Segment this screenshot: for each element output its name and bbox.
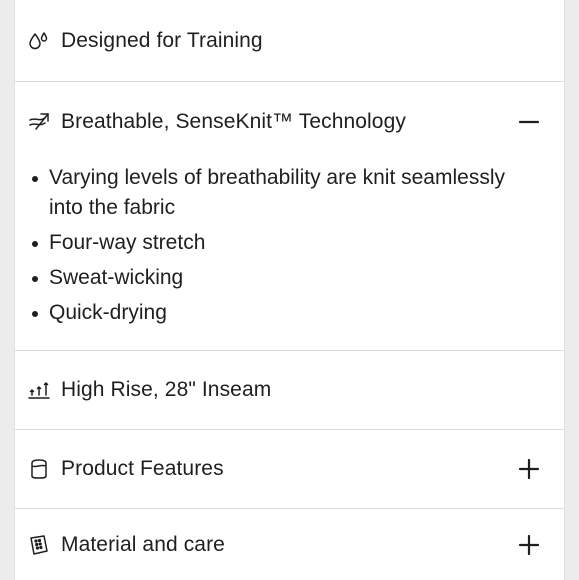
list-item: Four-way stretch xyxy=(29,228,529,258)
care-tag-icon xyxy=(27,532,53,558)
accordion-header: Designed for Training xyxy=(27,0,542,81)
airflow-icon xyxy=(27,109,53,135)
accordion-header[interactable]: Breathable, SenseKnit™ Technology xyxy=(27,82,542,162)
accordion-item-label: Breathable, SenseKnit™ Technology xyxy=(61,110,406,133)
accordion-item-label: High Rise, 28" Inseam xyxy=(61,378,272,401)
list-item: Varying levels of breathability are knit… xyxy=(29,163,529,223)
plus-icon[interactable] xyxy=(516,456,542,482)
accordion-item-designed-for-training: Designed for Training xyxy=(15,0,564,82)
minus-icon[interactable] xyxy=(516,109,542,135)
accordion-header[interactable]: Material and care xyxy=(27,509,542,580)
accordion-item-high-rise: High Rise, 28" Inseam xyxy=(15,351,564,430)
plus-icon[interactable] xyxy=(516,532,542,558)
list-item: Quick-drying xyxy=(29,298,529,328)
list-item: Sweat-wicking xyxy=(29,263,529,293)
product-details-accordion: Designed for Training Breathable, SenseK… xyxy=(14,0,565,580)
accordion-header: High Rise, 28" Inseam xyxy=(27,351,542,429)
feature-list: Varying levels of breathability are knit… xyxy=(29,163,529,333)
accordion-item-product-features[interactable]: Product Features xyxy=(15,430,564,509)
accordion-item-breathable-senseknit: Breathable, SenseKnit™ Technology Varyin… xyxy=(15,82,564,351)
accordion-item-material-and-care[interactable]: Material and care xyxy=(15,509,564,580)
accordion-item-label: Designed for Training xyxy=(61,28,263,52)
accordion-item-label: Product Features xyxy=(61,457,224,480)
rise-arrows-icon xyxy=(27,377,53,403)
fabric-icon xyxy=(27,456,53,482)
droplets-icon xyxy=(27,28,53,54)
accordion-item-label: Material and care xyxy=(61,532,225,556)
accordion-header[interactable]: Product Features xyxy=(27,430,542,508)
